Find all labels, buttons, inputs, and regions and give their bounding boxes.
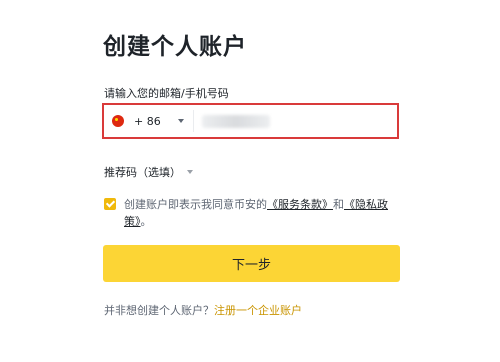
referral-label: 推荐码（选填）	[104, 166, 181, 179]
dial-code: + 86	[134, 114, 161, 128]
agreement-suffix: 。	[140, 215, 152, 228]
input-divider	[193, 110, 194, 132]
chevron-down-icon	[177, 119, 184, 123]
terms-link[interactable]: 《服务条款》	[267, 198, 333, 211]
country-code-selector[interactable]: + 86	[112, 105, 184, 137]
phone-input-group: + 86	[102, 103, 399, 139]
agreement-conjunction: 和	[333, 198, 344, 211]
agreement-text: 创建账户即表示我同意币安的《服务条款》和《隐私政策》。	[104, 196, 404, 230]
footer-note: 并非想创建个人账户？注册一个企业账户	[104, 302, 302, 318]
page-title: 创建个人账户	[103, 34, 247, 60]
next-button[interactable]: 下一步	[103, 245, 400, 282]
business-account-link[interactable]: 注册一个企业账户	[214, 304, 302, 317]
masked-phone-number	[202, 115, 270, 128]
agreement-prefix: 创建账户即表示我同意币安的	[124, 198, 267, 211]
agreement-checkbox[interactable]	[104, 198, 116, 210]
footer-question: 并非想创建个人账户？	[104, 304, 214, 317]
phone-field-label: 请输入您的邮箱/手机号码	[104, 87, 229, 100]
agreement: 创建账户即表示我同意币安的《服务条款》和《隐私政策》。	[104, 196, 404, 230]
referral-code-toggle[interactable]: 推荐码（选填）	[104, 164, 193, 180]
china-flag-icon	[112, 115, 124, 127]
chevron-down-icon	[187, 170, 193, 174]
